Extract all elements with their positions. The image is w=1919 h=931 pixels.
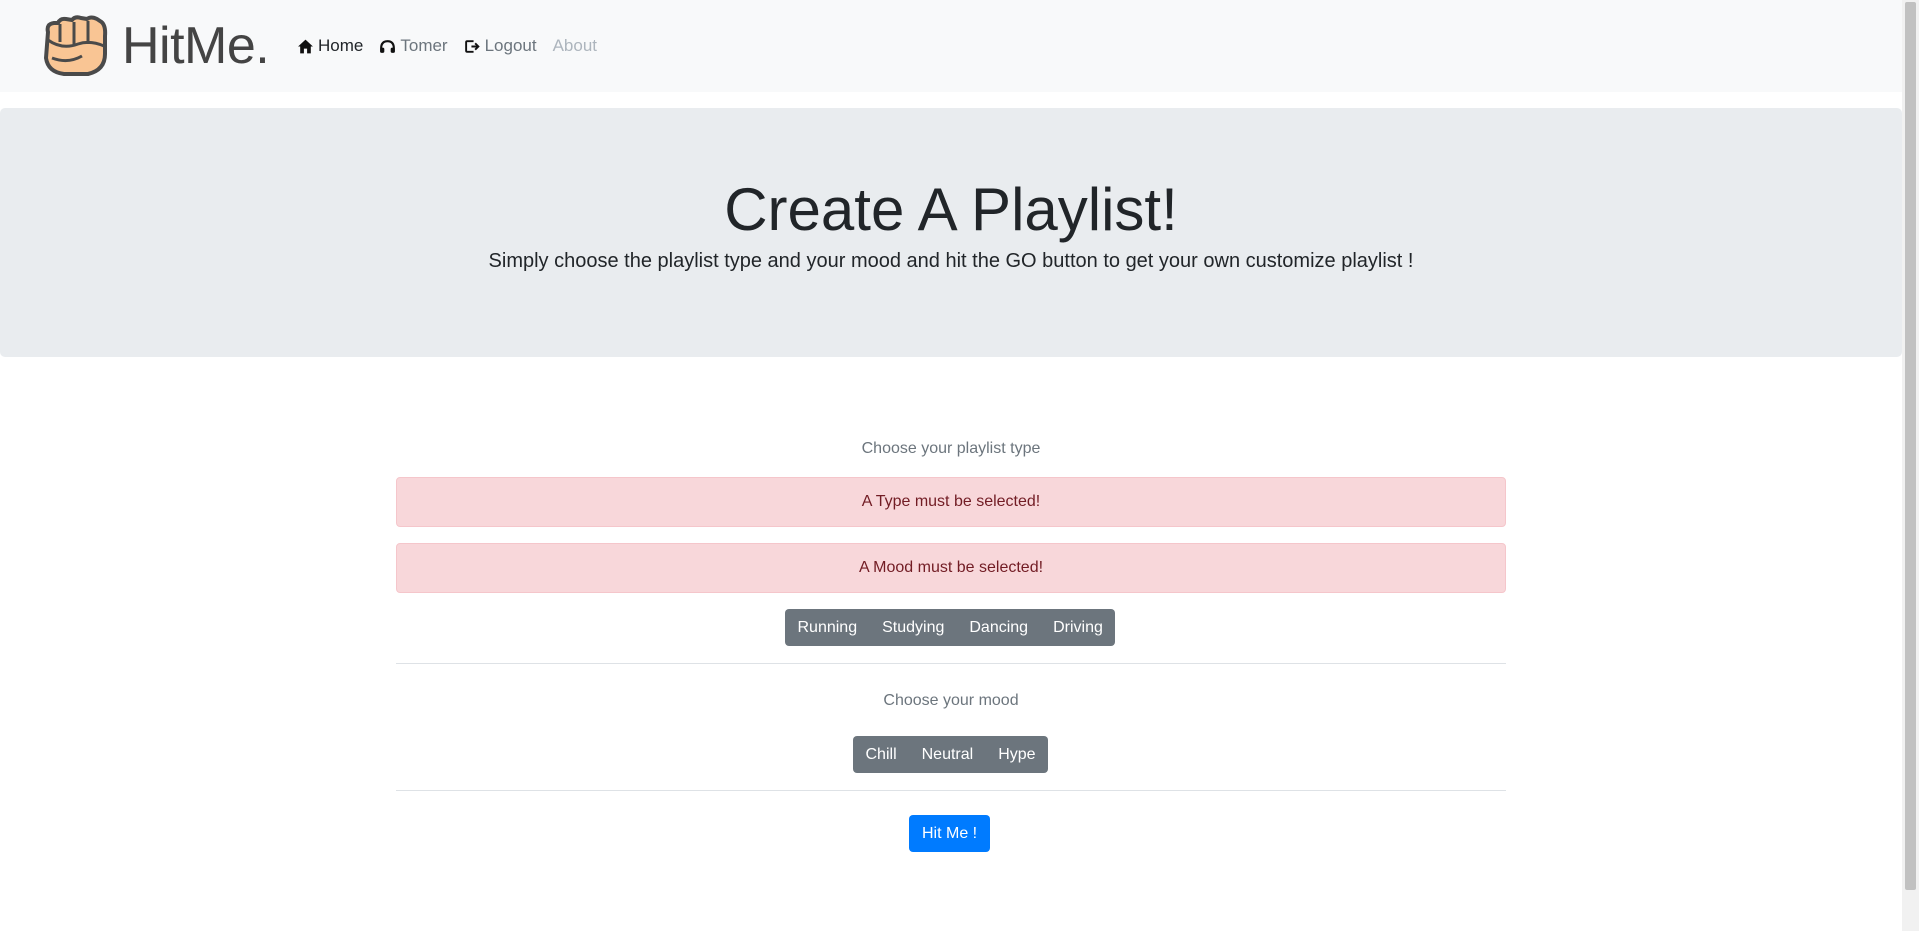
logout-icon	[464, 39, 480, 53]
nav-about[interactable]: About	[553, 36, 597, 56]
type-running-button[interactable]: Running	[785, 609, 870, 646]
user-headphones-icon	[380, 39, 396, 53]
nav-menu: Home Tomer Logout About	[297, 36, 613, 56]
type-driving-button[interactable]: Driving	[1041, 609, 1116, 646]
type-button-group: Running Studying Dancing Driving	[785, 609, 1116, 646]
type-error-alert: A Type must be selected!	[396, 477, 1506, 527]
home-icon	[298, 39, 313, 53]
mood-button-group: Chill Neutral Hype	[853, 736, 1049, 773]
nav-logout-label: Logout	[484, 36, 537, 55]
scrollbar-thumb[interactable]	[1905, 2, 1916, 890]
nav-home[interactable]: Home	[297, 36, 363, 56]
nav-user-label: Tomer	[400, 36, 448, 55]
divider	[396, 663, 1506, 664]
fist-icon	[44, 15, 108, 76]
divider	[396, 790, 1506, 791]
brand-name: HitMe.	[122, 17, 270, 75]
hit-me-button[interactable]: Hit Me !	[909, 815, 991, 852]
type-studying-button[interactable]: Studying	[870, 609, 957, 646]
nav-user[interactable]: Tomer	[379, 36, 448, 56]
brand-link[interactable]: HitMe.	[38, 14, 270, 78]
scrollbar[interactable]	[1902, 0, 1919, 931]
mood-error-alert: A Mood must be selected!	[396, 543, 1506, 593]
nav-about-label: About	[552, 36, 598, 55]
type-dancing-button[interactable]: Dancing	[957, 609, 1041, 646]
nav-home-label: Home	[318, 36, 364, 55]
page-title: Create A Playlist!	[724, 176, 1178, 243]
mood-hype-button[interactable]: Hype	[986, 736, 1048, 773]
navbar: HitMe. Home Tomer Logout About	[0, 0, 1902, 92]
mood-chill-button[interactable]: Chill	[853, 736, 909, 773]
type-section-label: Choose your playlist type	[861, 440, 1041, 457]
hero-section: Create A Playlist! Simply choose the pla…	[0, 108, 1902, 357]
nav-logout[interactable]: Logout	[464, 36, 537, 56]
page-subtitle: Simply choose the playlist type and your…	[488, 250, 1414, 272]
mood-neutral-button[interactable]: Neutral	[909, 736, 986, 773]
mood-section-label: Choose your mood	[883, 692, 1019, 709]
